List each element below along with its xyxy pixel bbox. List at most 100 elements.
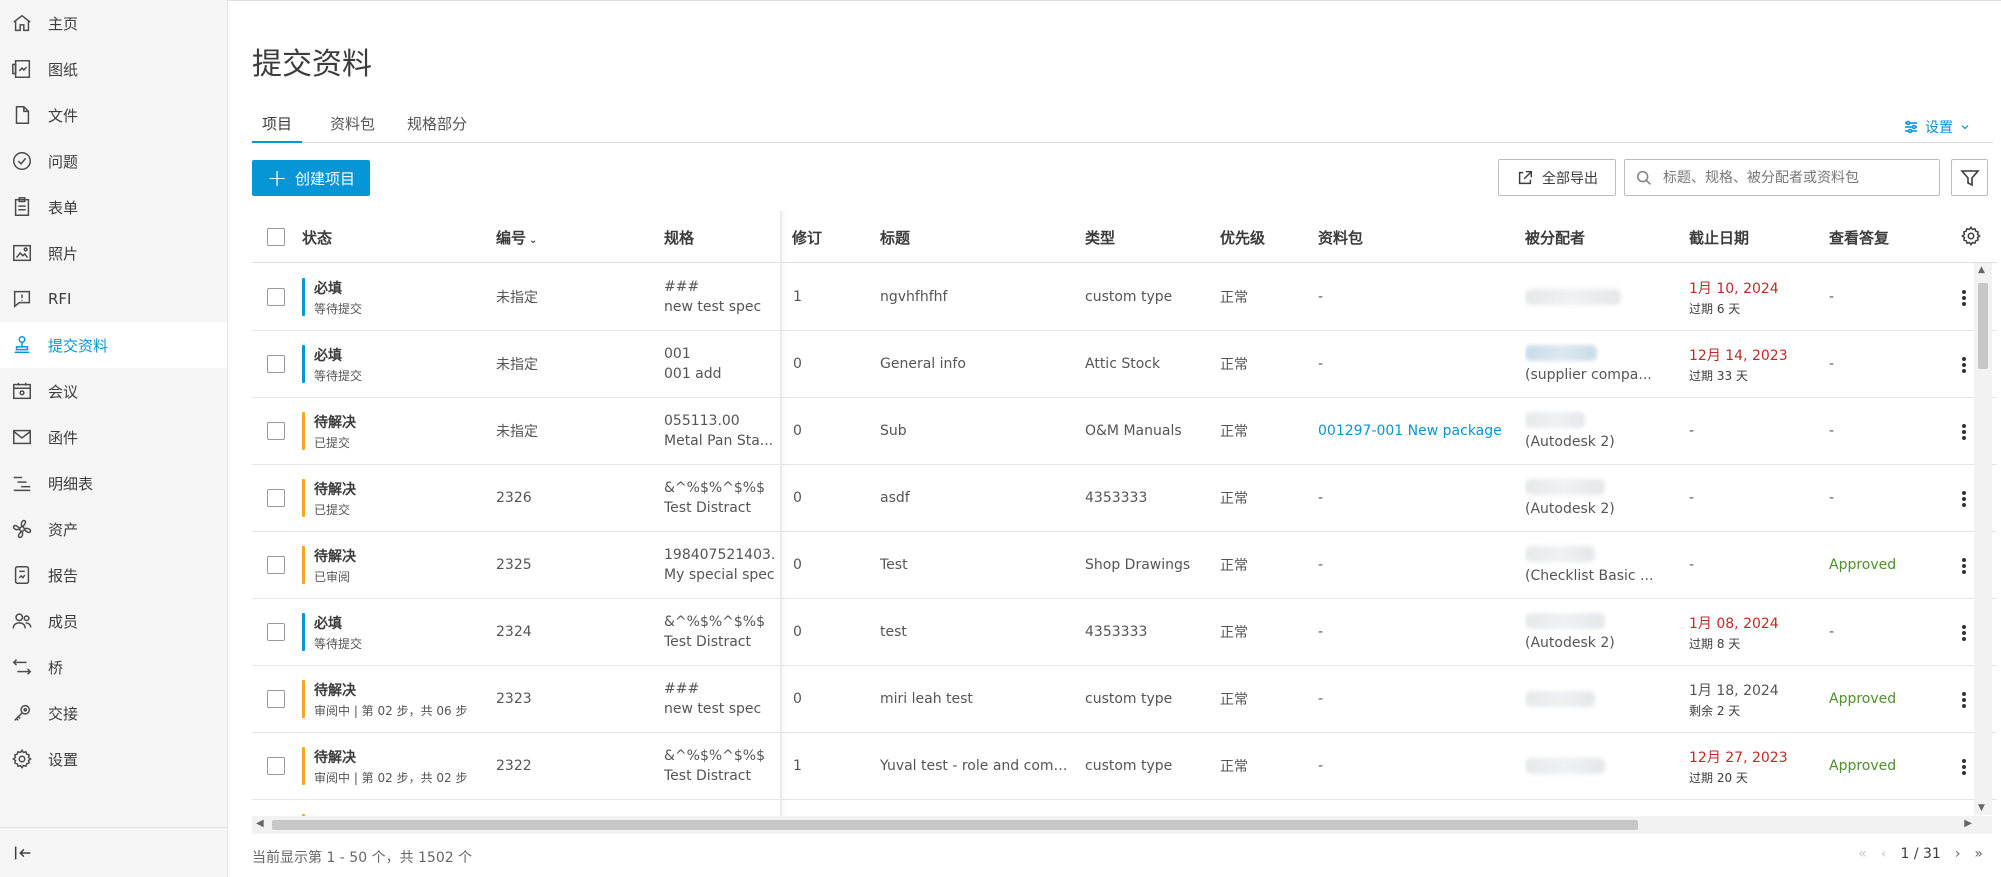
sidebar-item-handover[interactable]: 交接	[0, 690, 227, 736]
first-page-button[interactable]: «	[1858, 846, 1867, 862]
sidebar-item-home[interactable]: 主页	[0, 0, 227, 46]
sidebar-item-assets[interactable]: 资产	[0, 506, 227, 552]
spec-number: &^%$%^$%$	[664, 480, 766, 496]
table-row[interactable]: 待解决 已审阅 2325 198407521403... My special spec…	[252, 532, 1997, 599]
assignee-company: (supplier compa...	[1525, 367, 1652, 383]
vertical-scroll-thumb[interactable]	[1978, 283, 1988, 369]
table-row[interactable]: 待解决 审阅中 | 第 02 步，共 02 步 2322 &^%$%^$%$ Test …	[252, 733, 1997, 800]
sidebar-item-schedule[interactable]: 明细表	[0, 460, 227, 506]
title-cell[interactable]: General info	[880, 331, 1075, 397]
row-checkbox[interactable]	[267, 489, 285, 507]
row-more-menu-icon[interactable]	[1960, 623, 1968, 643]
row-checkbox[interactable]	[267, 623, 285, 641]
title-cell[interactable]: test	[880, 599, 1075, 665]
create-item-button[interactable]: + 创建项目	[252, 160, 370, 196]
horizontal-scroll-thumb[interactable]	[272, 820, 1638, 830]
column-type[interactable]: 类型	[1085, 227, 1115, 248]
column-assignee[interactable]: 被分配者	[1525, 227, 1585, 248]
scroll-up-arrow[interactable]: ▲	[1978, 265, 1985, 275]
sidebar-item-issues[interactable]: 问题	[0, 138, 227, 184]
row-more-menu-icon[interactable]	[1960, 556, 1968, 576]
row-more-menu-icon[interactable]	[1960, 757, 1968, 777]
row-checkbox[interactable]	[267, 288, 285, 306]
scroll-right-arrow[interactable]: ▶	[1964, 818, 1972, 829]
row-checkbox[interactable]	[267, 690, 285, 708]
column-settings-button[interactable]	[1960, 225, 1982, 251]
sidebar-item-label: 会议	[48, 382, 79, 401]
table-row[interactable]: 待解决 已提交 2326 &^%$%^$%$ Test Distract 0 asdf 435…	[252, 465, 1997, 532]
due-date-cell: -	[1689, 398, 1819, 464]
row-checkbox[interactable]	[267, 556, 285, 574]
sidebar-item-gear[interactable]: 设置	[0, 736, 227, 782]
filter-button[interactable]	[1951, 159, 1988, 196]
status-sub-label: 已审阅	[314, 569, 351, 584]
tab-packages[interactable]: 资料包	[320, 113, 385, 143]
column-title[interactable]: 标题	[880, 227, 910, 248]
settings-dropdown[interactable]: 设置	[1903, 117, 1971, 137]
column-spec[interactable]: 规格	[664, 227, 694, 248]
row-more-menu-icon[interactable]	[1960, 288, 1968, 308]
package-cell[interactable]: 001297-001 New package	[1318, 398, 1513, 464]
search-input[interactable]	[1663, 169, 1933, 186]
sidebar-item-reports[interactable]: 报告	[0, 552, 227, 598]
sidebar-item-meetings[interactable]: 会议	[0, 368, 227, 414]
type-cell: 4353333	[1085, 624, 1148, 640]
last-page-button[interactable]: »	[1974, 846, 1983, 862]
column-package[interactable]: 资料包	[1318, 227, 1363, 248]
package-cell: -	[1318, 356, 1324, 372]
title-cell[interactable]	[880, 800, 1075, 816]
table-row[interactable]: 待解决 已提交 未指定 055113.00 Metal Pan Sta... 0 Sub O&…	[252, 398, 1997, 465]
column-due-date[interactable]: 截止日期	[1689, 227, 1749, 248]
sidebar-item-label: 明细表	[48, 474, 94, 493]
column-number[interactable]: 编号 ⌄	[496, 227, 537, 248]
sidebar-item-members[interactable]: 成员	[0, 598, 227, 644]
horizontal-scrollbar[interactable]: ◀ ▶	[252, 816, 1992, 834]
column-priority[interactable]: 优先级	[1220, 227, 1265, 248]
sidebar-item-photo[interactable]: 照片	[0, 230, 227, 276]
table-row[interactable]: 待解决 &^%$%^$%$	[252, 800, 1997, 816]
title-cell[interactable]: asdf	[880, 465, 1075, 531]
title-cell[interactable]: miri leah test	[880, 666, 1075, 732]
next-page-button[interactable]: ›	[1955, 846, 1961, 862]
table-row[interactable]: 必填 等待提交 未指定 001 001 add 0 General info Attic St…	[252, 331, 1997, 398]
tab-items[interactable]: 项目	[252, 113, 303, 143]
tab-spec-sections[interactable]: 规格部分	[397, 113, 477, 143]
row-checkbox[interactable]	[267, 422, 285, 440]
title-cell[interactable]: Sub	[880, 398, 1075, 464]
sidebar-item-submittals[interactable]: 提交资料	[0, 322, 227, 368]
table-row[interactable]: 必填 等待提交 2324 &^%$%^$%$ Test Distract 0 test 435…	[252, 599, 1997, 666]
sidebar-item-mail[interactable]: 函件	[0, 414, 227, 460]
sidebar-item-sheets[interactable]: 图纸	[0, 46, 227, 92]
sidebar-item-forms[interactable]: 表单	[0, 184, 227, 230]
spec-number: 001	[664, 346, 691, 362]
export-all-button[interactable]: 全部导出	[1498, 159, 1616, 196]
row-checkbox[interactable]	[267, 355, 285, 373]
sidebar-item-bridge[interactable]: 桥	[0, 644, 227, 690]
table-row[interactable]: 必填 等待提交 未指定 ### new test spec 1 ngvhfhfhf custo…	[252, 264, 1997, 331]
title-cell[interactable]: Test	[880, 532, 1075, 598]
sidebar-item-file[interactable]: 文件	[0, 92, 227, 138]
status-indicator	[302, 680, 305, 718]
row-more-menu-icon[interactable]	[1960, 690, 1968, 710]
sidebar-item-rfi[interactable]: RFI	[0, 276, 227, 322]
vertical-scrollbar[interactable]: ▲ ▼	[1974, 263, 1992, 815]
scroll-left-arrow[interactable]: ◀	[256, 818, 264, 829]
spec-name: Test Distract	[664, 500, 751, 516]
status-sub-label: 等待提交	[314, 301, 363, 316]
title-cell[interactable]: Yuval test - role and comp...	[880, 733, 1075, 799]
sidebar-item-label: 报告	[48, 566, 79, 585]
title-cell[interactable]: ngvhfhfhf	[880, 264, 1075, 330]
row-more-menu-icon[interactable]	[1960, 422, 1968, 442]
select-all-checkbox[interactable]	[267, 228, 285, 246]
column-status[interactable]: 状态	[302, 227, 332, 248]
column-revision[interactable]: 修订	[792, 227, 822, 248]
row-more-menu-icon[interactable]	[1960, 355, 1968, 375]
prev-page-button[interactable]: ‹	[1881, 846, 1887, 862]
status-cell: 必填 等待提交	[314, 599, 489, 665]
table-row[interactable]: 待解决 审阅中 | 第 02 步，共 06 步 2323 ### new test sp…	[252, 666, 1997, 733]
row-more-menu-icon[interactable]	[1960, 489, 1968, 509]
row-checkbox[interactable]	[267, 757, 285, 775]
scroll-down-arrow[interactable]: ▼	[1978, 803, 1985, 813]
column-response[interactable]: 查看答复	[1829, 227, 1889, 248]
collapse-sidebar-button[interactable]	[0, 827, 228, 877]
